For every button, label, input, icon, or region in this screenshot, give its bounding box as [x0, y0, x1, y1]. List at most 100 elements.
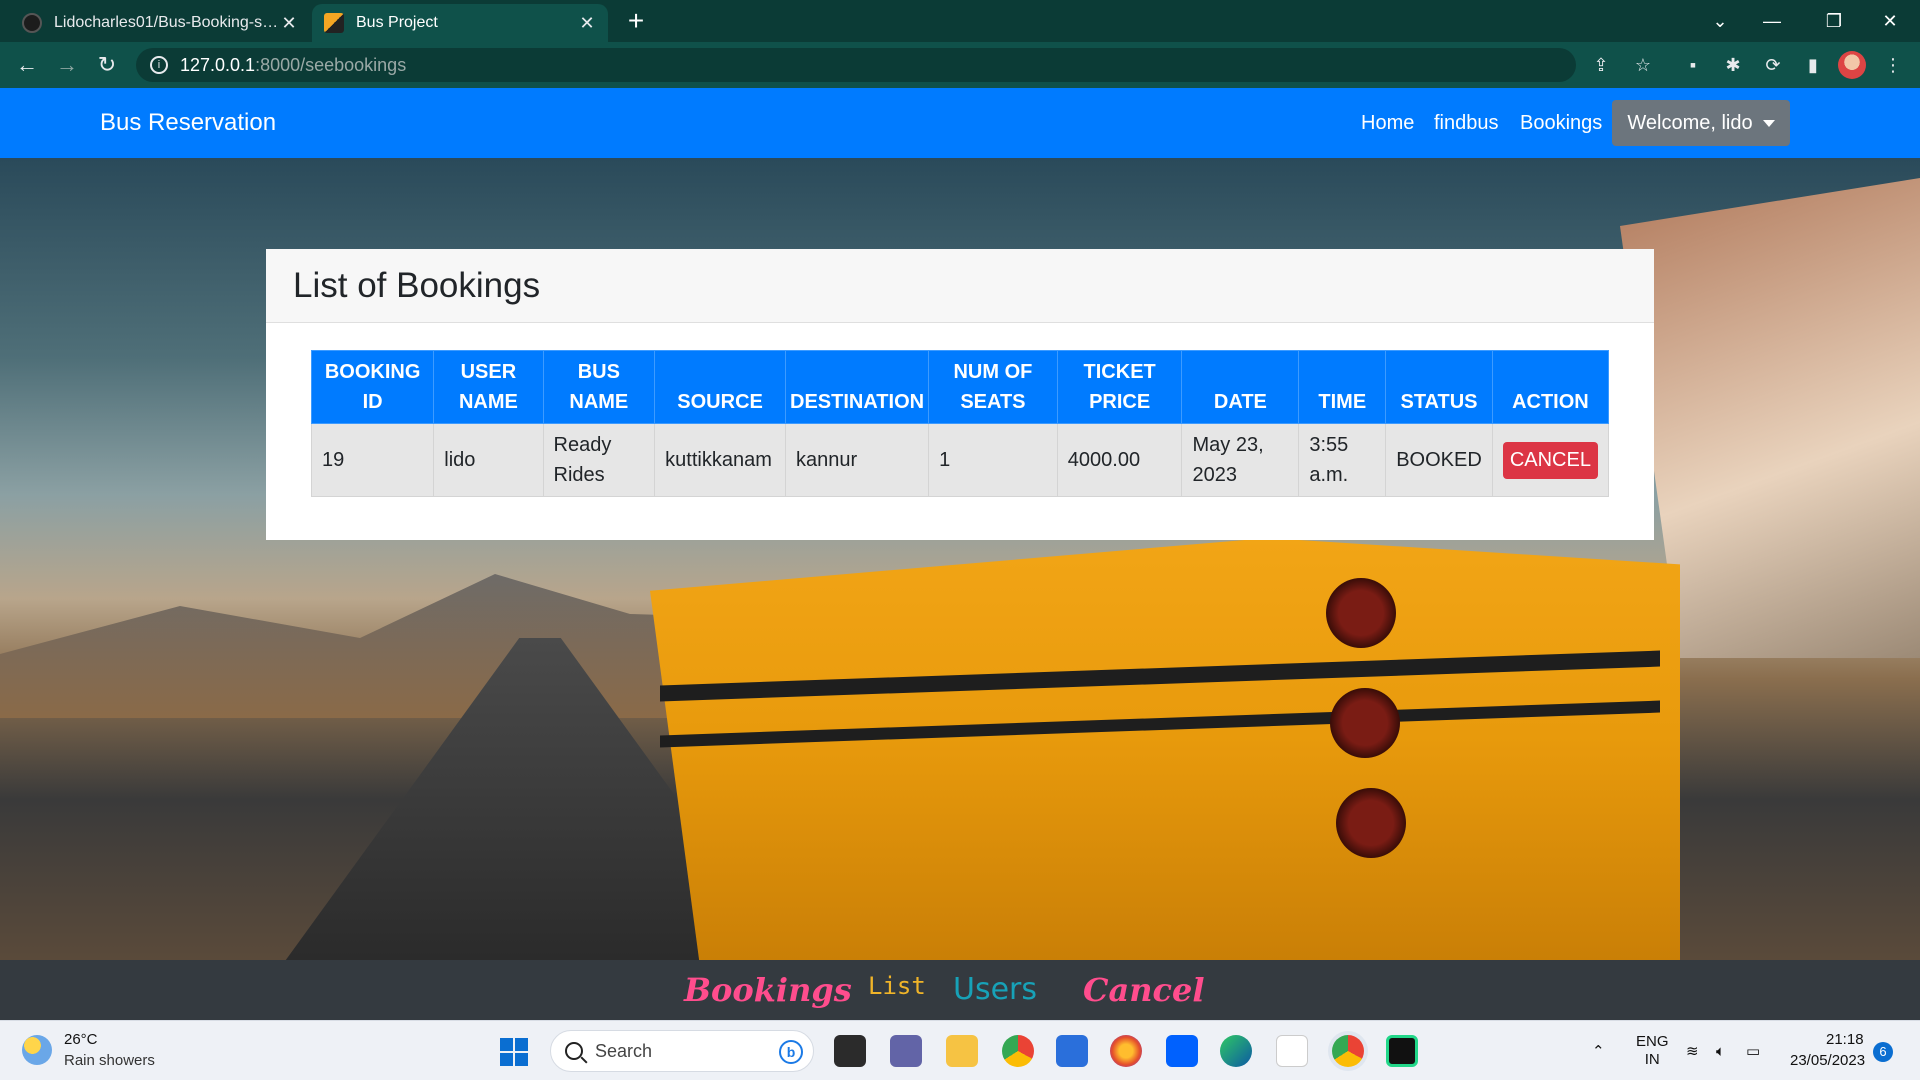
num-seats-cell: 1: [928, 423, 1058, 497]
new-tab-button[interactable]: +: [620, 6, 652, 38]
terminal-extension-icon[interactable]: ▪: [1680, 52, 1706, 78]
url-host: 127.0.0.1: [180, 54, 256, 75]
bus-light: [1326, 578, 1396, 648]
browser-tab-bar: Lidocharles01/Bus-Booking-syste ✕ Bus Pr…: [0, 0, 1920, 42]
column-header: SOURCE: [654, 350, 786, 424]
cancel-booking-button[interactable]: CANCEL: [1502, 441, 1598, 479]
close-icon[interactable]: ✕: [280, 13, 298, 34]
user-dropdown-button[interactable]: Welcome, lido: [1612, 100, 1790, 146]
forward-arrow-icon[interactable]: →: [52, 50, 82, 80]
url-input[interactable]: i 127.0.0.1:8000/seebookings: [136, 48, 1576, 82]
task-view-icon[interactable]: [834, 1035, 866, 1067]
tab-search-icon[interactable]: ⌄: [1694, 0, 1746, 42]
side-panel-icon[interactable]: ▮: [1800, 52, 1826, 78]
firefox-icon[interactable]: [1110, 1035, 1142, 1067]
column-header: TICKET PRICE: [1056, 350, 1183, 424]
footer-link-list[interactable]: List: [868, 956, 926, 1016]
pycharm-icon[interactable]: [1386, 1035, 1418, 1067]
back-arrow-icon[interactable]: ←: [12, 50, 42, 80]
teams-chat-icon[interactable]: [890, 1035, 922, 1067]
search-placeholder: Search: [595, 1040, 653, 1061]
action-cell: CANCEL: [1491, 423, 1610, 497]
card-title: List of Bookings: [266, 249, 1654, 323]
caret-down-icon: [1762, 119, 1775, 127]
tab-github[interactable]: Lidocharles01/Bus-Booking-syste ✕: [10, 4, 310, 42]
clock-time[interactable]: 21:18: [1826, 1031, 1864, 1048]
close-icon[interactable]: ✕: [578, 13, 596, 34]
bing-icon[interactable]: b: [779, 1040, 803, 1064]
table-header-row: BOOKING ID USER NAME BUS NAME SOURCE DES…: [310, 350, 1610, 424]
volume-icon[interactable]: 🔈︎: [1716, 1021, 1725, 1080]
profile-avatar[interactable]: [1838, 51, 1866, 79]
footer-link-bookings[interactable]: Bookings: [684, 960, 852, 1020]
source-cell: kuttikkanam: [654, 423, 786, 497]
nav-link-bookings[interactable]: Bookings: [1520, 88, 1602, 158]
os-taskbar: 26°C Rain showers Search b ⌃ ENG IN ≋ 🔈︎…: [0, 1020, 1920, 1080]
microsoft-store-icon[interactable]: [1056, 1035, 1088, 1067]
status-cell: BOOKED: [1385, 423, 1493, 497]
weather-description[interactable]: Rain showers: [64, 1052, 155, 1069]
bookings-table: BOOKING ID USER NAME BUS NAME SOURCE DES…: [310, 350, 1610, 497]
share-icon[interactable]: ⇪: [1588, 52, 1614, 78]
windows-start-icon[interactable]: [500, 1038, 528, 1066]
minimize-button[interactable]: —: [1746, 0, 1798, 42]
booking-id-cell: 19: [310, 423, 435, 497]
bus-light: [1330, 688, 1400, 758]
dropbox-icon[interactable]: [1166, 1035, 1198, 1067]
region-code: IN: [1644, 1051, 1660, 1068]
extensions-puzzle-icon[interactable]: ✱: [1720, 52, 1746, 78]
column-header: DESTINATION: [784, 350, 930, 424]
column-header: USER NAME: [433, 350, 544, 424]
sync-extension-icon[interactable]: ⟳: [1760, 52, 1786, 78]
destination-cell: kannur: [784, 423, 930, 497]
reload-icon[interactable]: ↻: [92, 50, 122, 80]
restore-button[interactable]: ❐: [1808, 0, 1860, 42]
url-path: :8000/seebookings: [255, 54, 407, 75]
column-header: BUS NAME: [542, 350, 656, 424]
battery-icon[interactable]: ▭: [1746, 1021, 1760, 1080]
chrome-profile-icon[interactable]: [1332, 1035, 1364, 1067]
amazon-icon[interactable]: [1276, 1035, 1308, 1067]
footer-link-cancel[interactable]: Cancel: [1083, 960, 1204, 1020]
bookings-card: List of Bookings BOOKING ID USER NAME BU…: [266, 249, 1654, 540]
menu-kebab-icon[interactable]: ⋮: [1880, 52, 1906, 78]
address-bar-row: ← → ↻ i 127.0.0.1:8000/seebookings ⇪ ☆ ▪…: [0, 42, 1920, 88]
tab-title: Lidocharles01/Bus-Booking-syste: [54, 14, 280, 31]
notification-badge[interactable]: 6: [1873, 1042, 1893, 1062]
taskbar-search-box[interactable]: Search b: [550, 1030, 814, 1072]
brand-link[interactable]: Bus Reservation: [100, 88, 276, 158]
column-header: STATUS: [1385, 350, 1493, 424]
github-icon: [22, 13, 42, 33]
bus-favicon-icon: [324, 13, 344, 33]
tab-title: Bus Project: [356, 14, 438, 31]
column-header: DATE: [1181, 350, 1300, 424]
chrome-icon[interactable]: [1002, 1035, 1034, 1067]
bus-shape: [650, 538, 1680, 960]
wifi-icon[interactable]: ≋: [1686, 1021, 1699, 1080]
column-header: TIME: [1298, 350, 1387, 424]
price-cell: 4000.00: [1056, 423, 1183, 497]
close-window-button[interactable]: ✕: [1864, 0, 1916, 42]
bus-light: [1336, 788, 1406, 858]
language-code: ENG: [1636, 1033, 1669, 1050]
date-cell: May 23, 2023: [1181, 423, 1300, 497]
edge-icon[interactable]: [1220, 1035, 1252, 1067]
footer-bar: Bookings List Users Cancel: [0, 960, 1920, 1020]
nav-link-home[interactable]: Home: [1361, 88, 1414, 158]
column-header: NUM OF SEATS: [928, 350, 1058, 424]
star-icon[interactable]: ☆: [1630, 52, 1656, 78]
weather-rain-icon[interactable]: [22, 1035, 52, 1065]
tab-bus-project[interactable]: Bus Project ✕: [312, 4, 608, 42]
footer-link-users[interactable]: Users: [953, 960, 1037, 1020]
column-header: ACTION: [1491, 350, 1610, 424]
chevron-up-icon[interactable]: ⌃: [1592, 1021, 1605, 1080]
language-indicator[interactable]: ENG IN: [1636, 1021, 1669, 1080]
info-icon[interactable]: i: [150, 56, 168, 74]
bus-name-cell: Ready Rides: [542, 423, 656, 497]
clock-date[interactable]: 23/05/2023: [1790, 1052, 1865, 1069]
file-explorer-icon[interactable]: [946, 1035, 978, 1067]
nav-link-findbus[interactable]: findbus: [1434, 88, 1499, 158]
weather-temperature[interactable]: 26°C: [64, 1031, 98, 1048]
column-header: BOOKING ID: [310, 350, 435, 424]
search-icon: [565, 1042, 583, 1060]
